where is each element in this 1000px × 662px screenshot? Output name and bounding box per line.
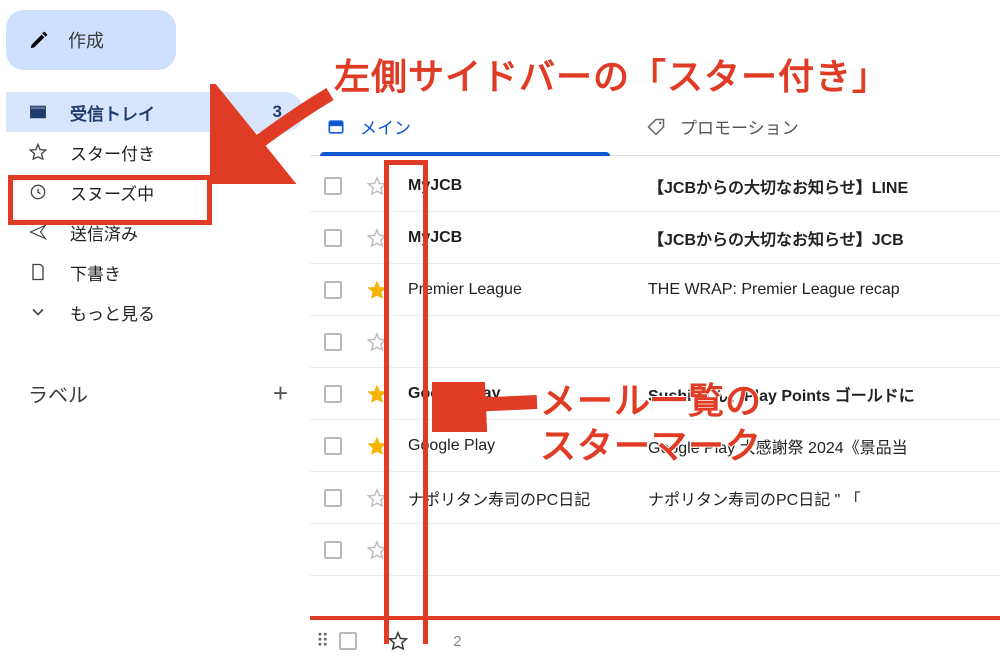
row-checkbox[interactable] (324, 385, 342, 403)
main: メイン プロモーション MyJCB【JCBからの大切なお知らせ】LINEMyJC… (310, 0, 1000, 662)
sidebar-item-label: 受信トレイ (70, 100, 155, 125)
row-checkbox[interactable] (324, 281, 342, 299)
chevron-down-icon (28, 302, 48, 322)
sidebar-item-label: スヌーズ中 (70, 180, 154, 205)
sidebar-nav: 受信トレイ 3 スター付き スヌーズ中 送信済み 下書き もっと見る (6, 92, 304, 332)
compose-label: 作成 (68, 27, 104, 53)
select-all-checkbox[interactable] (339, 632, 357, 650)
sidebar-item-more[interactable]: もっと見る (6, 292, 304, 332)
labels-title: ラベル (28, 379, 88, 408)
star-outline-icon (28, 142, 48, 162)
compose-button[interactable]: 作成 (6, 10, 176, 70)
sidebar-item-drafts[interactable]: 下書き (6, 252, 304, 292)
mail-row[interactable]: MyJCB 【JCBからの大切なお知らせ】LINE (310, 160, 1000, 212)
row-checkbox[interactable] (324, 333, 342, 351)
list-footer: ⠿ 2 (310, 616, 1000, 662)
sidebar-item-sent[interactable]: 送信済み (6, 212, 304, 252)
mail-subject: Sushi さん、Play Points ゴールドに (648, 382, 1000, 406)
mail-sender: Google Play (408, 437, 638, 455)
inbox-tab-icon (326, 117, 346, 137)
mail-row[interactable] (310, 316, 1000, 368)
mail-row[interactable]: MyJCB 【JCBからの大切なお知らせ】JCB (310, 212, 1000, 264)
send-icon (28, 222, 48, 242)
mail-sender: MyJCB (408, 177, 638, 195)
category-tabs: メイン プロモーション (310, 104, 1000, 156)
sidebar-item-label: 送信済み (70, 220, 138, 245)
star-filled-icon[interactable] (366, 279, 388, 301)
labels-header: ラベル + (6, 378, 304, 409)
inbox-count: 3 (273, 102, 282, 122)
add-label-button[interactable]: + (273, 378, 288, 409)
footer-star-icon[interactable] (387, 630, 409, 652)
star-outline-icon[interactable] (366, 487, 388, 509)
row-checkbox[interactable] (324, 437, 342, 455)
star-outline-icon[interactable] (366, 331, 388, 353)
inbox-icon (28, 102, 48, 122)
mail-row[interactable]: Premier League THE WRAP: Premier League r… (310, 264, 1000, 316)
row-checkbox[interactable] (324, 177, 342, 195)
mail-subject: Google Play 大感謝祭 2024《景品当 (648, 434, 1000, 458)
mail-sender: Premier League (408, 281, 638, 299)
sidebar-item-inbox[interactable]: 受信トレイ 3 (6, 92, 304, 132)
tab-promotions[interactable]: プロモーション (640, 104, 930, 155)
sidebar-item-snoozed[interactable]: スヌーズ中 (6, 172, 304, 212)
draft-icon (28, 262, 48, 282)
grip-icon[interactable]: ⠿ (316, 631, 325, 652)
footer-page: 2 (453, 633, 461, 650)
sidebar: 作成 受信トレイ 3 スター付き スヌーズ中 送信済み 下書き (0, 0, 310, 662)
star-outline-icon[interactable] (366, 539, 388, 561)
mail-row[interactable] (310, 524, 1000, 576)
mail-sender: ナポリタン寿司のPC日記 (408, 486, 638, 510)
sidebar-item-starred[interactable]: スター付き (6, 132, 304, 172)
mail-row[interactable]: ナポリタン寿司のPC日記ナポリタン寿司のPC日記 " 「 (310, 472, 1000, 524)
row-checkbox[interactable] (324, 541, 342, 559)
mail-list: MyJCB 【JCBからの大切なお知らせ】LINE MyJCB 【JCBからの大切なお… (310, 160, 1000, 576)
mail-subject: ナポリタン寿司のPC日記 " 「 (648, 486, 1000, 510)
row-checkbox[interactable] (324, 229, 342, 247)
mail-row[interactable]: Google Play Sushi さん、Play Points ゴールドに (310, 368, 1000, 420)
star-filled-icon[interactable] (366, 383, 388, 405)
row-checkbox[interactable] (324, 489, 342, 507)
tag-icon (646, 117, 666, 137)
mail-sender: MyJCB (408, 229, 638, 247)
star-outline-icon[interactable] (366, 175, 388, 197)
sidebar-item-label: 下書き (70, 260, 121, 285)
star-outline-icon[interactable] (366, 227, 388, 249)
tab-label: メイン (360, 114, 411, 139)
tab-primary[interactable]: メイン (320, 104, 610, 155)
sidebar-item-label: スター付き (70, 140, 155, 165)
sidebar-item-label: もっと見る (70, 300, 155, 325)
mail-sender: Google Play (408, 385, 638, 403)
mail-subject: THE WRAP: Premier League recap (648, 281, 1000, 299)
mail-subject: 【JCBからの大切なお知らせ】LINE (648, 174, 1000, 198)
mail-row[interactable]: Google Play Google Play 大感謝祭 2024《景品当 (310, 420, 1000, 472)
star-filled-icon[interactable] (366, 435, 388, 457)
clock-icon (28, 182, 48, 202)
tab-label: プロモーション (680, 114, 799, 139)
pencil-icon (28, 29, 50, 51)
mail-subject: 【JCBからの大切なお知らせ】JCB (648, 226, 1000, 250)
